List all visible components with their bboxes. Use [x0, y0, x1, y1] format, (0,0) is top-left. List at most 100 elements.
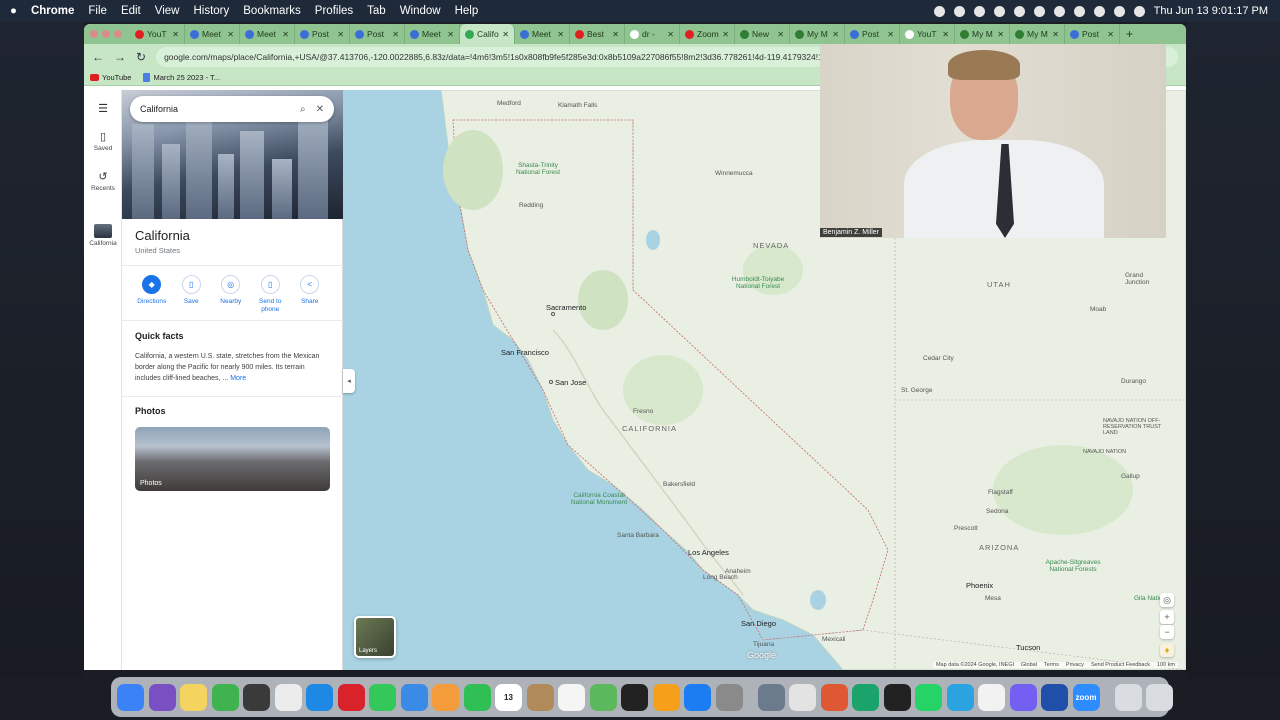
close-tab-icon[interactable]: ✕: [172, 30, 179, 39]
map-label-phoenix[interactable]: Phoenix: [966, 581, 993, 590]
close-tab-icon[interactable]: ✕: [337, 30, 344, 39]
map-label-navajo-trust[interactable]: NAVAJO NATION OFF-RESERVATION TRUST LAND: [1103, 418, 1173, 436]
browser-tab[interactable]: My M ✕: [955, 24, 1010, 44]
map-label-medford[interactable]: Medford: [497, 100, 521, 107]
apple-icon[interactable]: ●: [10, 5, 17, 17]
map-label-santa-barbara[interactable]: Santa Barbara: [617, 532, 659, 539]
map-label-san-jose[interactable]: San Jose: [555, 378, 586, 387]
browser-tab[interactable]: Best ✕: [570, 24, 625, 44]
close-tab-icon[interactable]: ✕: [832, 30, 839, 39]
browser-tab[interactable]: Meet ✕: [185, 24, 240, 44]
map-label-flagstaff[interactable]: Flagstaff: [988, 489, 1013, 496]
privacy-link[interactable]: Privacy: [1066, 662, 1084, 668]
browser-tab[interactable]: My M ✕: [790, 24, 845, 44]
map-label-tijuana[interactable]: Tijuana: [753, 641, 774, 648]
map-label-nevada[interactable]: NEVADA: [753, 241, 789, 250]
status-icon[interactable]: [1013, 5, 1025, 17]
feedback-link[interactable]: Send Product Feedback: [1091, 662, 1150, 668]
map-label-klamath[interactable]: Klamath Falls: [558, 102, 597, 109]
mail-icon[interactable]: [400, 683, 428, 711]
appstore-icon[interactable]: [684, 683, 711, 711]
map-label-apache[interactable]: Apache-Sitgreaves National Forests: [1033, 559, 1113, 573]
map-label-anaheim[interactable]: Anaheim: [725, 568, 751, 575]
my-location-icon[interactable]: ◎: [1160, 593, 1174, 607]
wifi-icon[interactable]: [1093, 5, 1105, 17]
status-icon[interactable]: [1073, 5, 1085, 17]
viber-icon[interactable]: [1009, 683, 1037, 711]
map-label-redding[interactable]: Redding: [519, 202, 543, 209]
terminal-icon[interactable]: [621, 683, 648, 711]
map-label-humboldt[interactable]: Humboldt-Toiyabe National Forest: [723, 276, 793, 290]
map-label-cedar-city[interactable]: Cedar City: [923, 355, 954, 362]
status-icon[interactable]: [933, 5, 945, 17]
safari-icon[interactable]: [306, 683, 333, 711]
terms-link[interactable]: Terms: [1044, 662, 1059, 668]
map-label-grand-junction[interactable]: Grand Junction: [1125, 272, 1155, 286]
close-tab-icon[interactable]: ✕: [447, 30, 454, 39]
menu-view[interactable]: View: [155, 5, 180, 17]
close-tab-icon[interactable]: ✕: [227, 30, 234, 39]
pegman-icon[interactable]: ♦: [1160, 643, 1174, 657]
browser-tab[interactable]: Meet ✕: [405, 24, 460, 44]
directions-button[interactable]: ◆ Directions: [132, 275, 172, 314]
global-link[interactable]: Global: [1021, 662, 1037, 668]
browser-tab[interactable]: New ✕: [735, 24, 790, 44]
send-to-phone-button[interactable]: ▯ Send to phone: [251, 275, 291, 314]
close-tab-icon[interactable]: ✕: [612, 30, 619, 39]
textedit-icon[interactable]: [978, 683, 1005, 711]
messages-icon[interactable]: [369, 683, 396, 711]
preview-icon[interactable]: [757, 683, 785, 711]
map-label-utah[interactable]: UTAH: [987, 280, 1011, 289]
bookmark-doc[interactable]: March 25 2023 - T...: [143, 73, 220, 82]
back-icon[interactable]: ←: [92, 50, 104, 64]
menu-clock[interactable]: Thu Jun 13 9:01:17 PM: [1154, 5, 1268, 17]
map-label-california[interactable]: CALIFORNIA: [622, 424, 677, 433]
menu-help[interactable]: Help: [455, 5, 479, 17]
close-tab-icon[interactable]: ✕: [282, 30, 289, 39]
close-tab-icon[interactable]: ✕: [942, 30, 949, 39]
browser-tab[interactable]: Zoom ✕: [680, 24, 735, 44]
close-tab-icon[interactable]: ✕: [667, 30, 674, 39]
maps-icon[interactable]: [589, 683, 617, 711]
status-icon[interactable]: [953, 5, 965, 17]
minimize-window-button[interactable]: [102, 30, 110, 38]
map-label-mesa[interactable]: Mesa: [985, 595, 1001, 602]
photos-thumbnail[interactable]: Photos: [135, 427, 330, 491]
thunderbolt-icon[interactable]: [1041, 683, 1068, 711]
close-tab-icon[interactable]: ✕: [502, 30, 509, 39]
map-label-st-george[interactable]: St. George: [901, 387, 932, 394]
browser-tab[interactable]: Post ✕: [295, 24, 350, 44]
menu-profiles[interactable]: Profiles: [315, 5, 353, 17]
save-button[interactable]: ▯ Save: [172, 275, 212, 314]
map-label-san-diego[interactable]: San Diego: [741, 619, 776, 628]
menu-button[interactable]: ☰: [84, 102, 122, 117]
more-link[interactable]: More: [230, 375, 246, 382]
menu-app-name[interactable]: Chrome: [31, 5, 74, 17]
finder-icon[interactable]: [117, 683, 144, 711]
browser-tab[interactable]: YouT ✕: [130, 24, 185, 44]
package-icon[interactable]: [526, 683, 554, 711]
share-button[interactable]: < Share: [290, 275, 330, 314]
search-icon[interactable]: ⌕: [300, 104, 306, 115]
facetime-icon[interactable]: [463, 683, 491, 711]
map-label-mexicali[interactable]: Mexicali: [822, 636, 845, 643]
map-label-bakersfield[interactable]: Bakersfield: [663, 481, 695, 488]
chrome-icon[interactable]: [789, 683, 816, 711]
zoom-window-button[interactable]: [114, 30, 122, 38]
edge-icon[interactable]: [852, 683, 879, 711]
quicktime-icon[interactable]: [243, 683, 270, 711]
notes-icon[interactable]: [180, 683, 207, 711]
close-tab-icon[interactable]: ✕: [997, 30, 1004, 39]
browser-tab[interactable]: Califo ✕: [460, 24, 515, 44]
reload-icon[interactable]: ↻: [136, 50, 146, 64]
collapse-panel-button[interactable]: ◂: [343, 369, 355, 393]
rail-recent-place[interactable]: California: [84, 224, 122, 247]
map-label-san-francisco[interactable]: San Francisco: [501, 348, 549, 357]
bookmark-youtube[interactable]: YouTube: [90, 73, 131, 82]
rail-saved[interactable]: ▯ Saved: [84, 130, 122, 152]
browser-tab[interactable]: Meet ✕: [515, 24, 570, 44]
map-label-tucson[interactable]: Tucson: [1016, 643, 1040, 652]
nearby-button[interactable]: ◎ Nearby: [211, 275, 251, 314]
duckduckgo-icon[interactable]: [820, 683, 848, 711]
new-tab-button[interactable]: +: [1126, 27, 1133, 41]
